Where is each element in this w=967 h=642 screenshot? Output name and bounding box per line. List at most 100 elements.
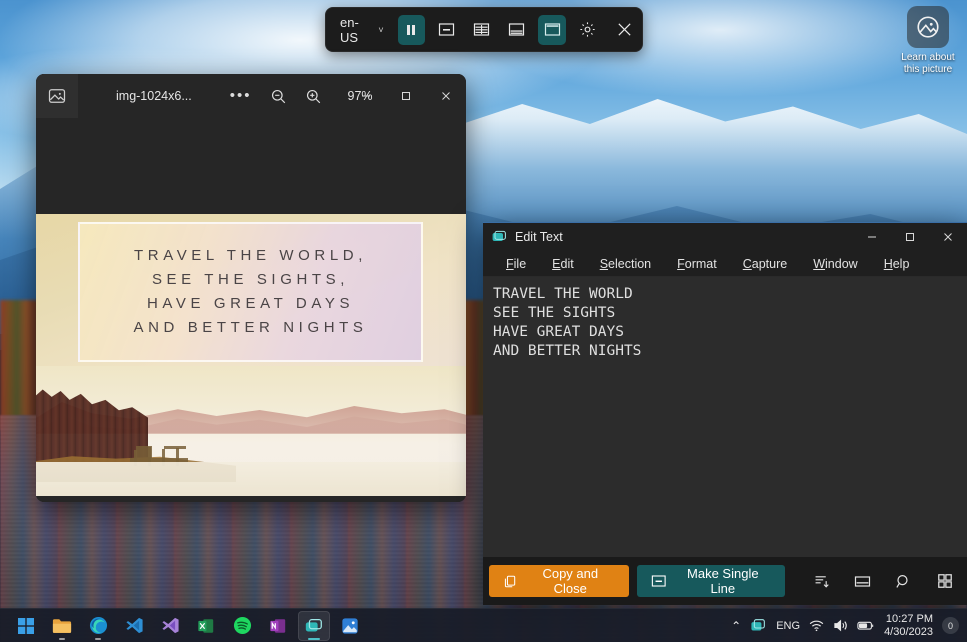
onenote-icon — [270, 618, 286, 633]
search-button[interactable] — [887, 565, 920, 597]
taskbar-spotify[interactable] — [226, 611, 258, 641]
language-label: en-US — [340, 14, 359, 45]
edit-text-window: Edit Text File Edit Selection Format Cap… — [483, 222, 967, 605]
qr-code-button[interactable] — [928, 565, 961, 597]
text-capture-icon — [305, 618, 322, 631]
make-single-line-label: Make Single Line — [687, 566, 759, 596]
menu-edit[interactable]: Edit — [539, 254, 587, 274]
taskbar: ⌃ ENG 10:27 PM 4/30/2023 0 — [0, 608, 967, 642]
wifi-icon[interactable] — [809, 619, 824, 632]
viewer-canvas[interactable]: TRAVEL THE WORLD, SEE THE SIGHTS, HAVE G… — [36, 118, 466, 502]
copy-and-close-button[interactable]: Copy and Close — [489, 565, 630, 597]
menu-file-key: F — [506, 256, 514, 271]
image-viewer-window: img-1024x6... ••• 97% TRAVEL THE WORLD, … — [36, 74, 466, 502]
viewer-maximize-button[interactable] — [386, 74, 426, 118]
active-indicator — [308, 637, 320, 640]
menu-help[interactable]: Help — [871, 254, 923, 274]
viewer-minimize-button[interactable] — [346, 74, 386, 118]
edge-icon — [89, 616, 107, 635]
viewer-titlebar[interactable]: img-1024x6... ••• 97% — [36, 74, 466, 118]
tray-capture-icon[interactable] — [750, 618, 767, 633]
taskbar-photos[interactable] — [334, 611, 366, 641]
viewer-zoom-in-button[interactable] — [305, 88, 322, 105]
vscode-icon — [125, 617, 143, 634]
edit-text-editor[interactable]: TRAVEL THE WORLD SEE THE SIGHTS HAVE GRE… — [483, 277, 967, 557]
clock-date: 4/30/2023 — [884, 625, 933, 638]
edit-text-titlebar[interactable]: Edit Text — [483, 223, 967, 251]
poster-line: SEE THE SIGHTS, — [151, 271, 350, 288]
picture-icon — [907, 6, 949, 48]
viewer-zoom-out-button[interactable] — [270, 88, 287, 105]
poster-quote-frame: TRAVEL THE WORLD, SEE THE SIGHTS, HAVE G… — [78, 222, 423, 362]
menu-file[interactable]: File — [493, 254, 539, 274]
running-indicator — [59, 637, 65, 640]
menu-file-label: ile — [513, 256, 527, 271]
edit-text-maximize-button[interactable] — [891, 223, 929, 251]
pause-button[interactable] — [397, 14, 425, 45]
menu-format-label: ormat — [684, 256, 717, 271]
volume-icon[interactable] — [833, 619, 848, 632]
taskbar-onenote[interactable] — [262, 611, 294, 641]
panel-button[interactable] — [846, 565, 879, 597]
zoom-out-icon — [271, 89, 285, 103]
spotify-icon — [233, 616, 251, 635]
menu-format-key: F — [677, 256, 685, 271]
taskbar-edge[interactable] — [82, 611, 114, 641]
poster-line: AND BETTER NIGHTS — [133, 319, 368, 336]
search-icon — [896, 574, 908, 588]
viewer-close-button[interactable] — [426, 74, 466, 118]
close-icon — [442, 92, 450, 100]
poster-landscape — [36, 366, 466, 496]
taskbar-excel[interactable] — [190, 611, 222, 641]
tray-chevron-up-icon[interactable]: ⌃ — [731, 619, 741, 633]
viewer-app-icon — [36, 74, 78, 118]
pause-icon — [407, 24, 416, 35]
bottom-panel-button[interactable] — [503, 15, 530, 45]
photos-icon — [342, 617, 358, 634]
minimize-icon — [868, 236, 876, 238]
edit-text-close-button[interactable] — [929, 223, 967, 251]
edit-text-bottom-toolbar: Copy and Close Make Single Line — [483, 557, 967, 605]
table-capture-button[interactable] — [468, 15, 495, 45]
menu-capture-label: apture — [751, 256, 788, 271]
minimize-icon — [362, 95, 370, 97]
tray-language[interactable]: ENG — [776, 620, 800, 632]
taskbar-file-explorer[interactable] — [46, 611, 78, 641]
table-icon — [474, 23, 490, 36]
top-panel-button[interactable] — [538, 14, 566, 45]
taskbar-visual-studio[interactable] — [154, 611, 186, 641]
make-single-line-button[interactable]: Make Single Line — [637, 565, 786, 597]
menu-format[interactable]: Format — [664, 254, 730, 274]
menu-capture[interactable]: Capture — [730, 254, 800, 274]
copy-and-close-label: Copy and Close — [542, 566, 599, 596]
poster-line: HAVE GREAT DAYS — [146, 295, 355, 312]
taskbar-clock[interactable]: 10:27 PM 4/30/2023 — [884, 613, 933, 639]
viewer-filename: img-1024x6... — [116, 89, 192, 103]
insert-text-icon — [815, 575, 829, 588]
capture-toolbar: en-US ˅ — [325, 7, 643, 52]
zoom-in-icon — [306, 89, 320, 103]
single-line-button[interactable] — [433, 15, 460, 45]
desktop: Learn about this picture en-US ˅ img-102… — [0, 0, 967, 642]
language-selector[interactable]: en-US ˅ — [326, 8, 394, 51]
taskbar-text-capture[interactable] — [298, 610, 330, 641]
notification-badge[interactable]: 0 — [942, 617, 959, 634]
edit-text-title: Edit Text — [515, 230, 563, 244]
settings-button[interactable] — [574, 15, 601, 45]
desktop-icon-learn-about-this-picture[interactable]: Learn about this picture — [896, 2, 960, 76]
desktop-icon-label-line2: this picture — [903, 64, 953, 75]
edit-text-minimize-button[interactable] — [853, 223, 891, 251]
poster-line: TRAVEL THE WORLD, — [134, 247, 367, 264]
edit-text-app-icon — [492, 230, 506, 241]
menu-window[interactable]: Window — [800, 254, 870, 274]
single-line-icon — [438, 23, 455, 36]
close-button[interactable] — [611, 15, 638, 45]
append-text-button[interactable] — [805, 565, 838, 597]
chevron-down-icon: ˅ — [378, 24, 384, 35]
menu-selection[interactable]: Selection — [587, 254, 664, 274]
battery-icon[interactable] — [857, 619, 875, 632]
viewer-more-button[interactable]: ••• — [230, 88, 252, 103]
photo-icon — [48, 89, 66, 103]
taskbar-vscode[interactable] — [118, 611, 150, 641]
taskbar-start[interactable] — [10, 611, 42, 641]
